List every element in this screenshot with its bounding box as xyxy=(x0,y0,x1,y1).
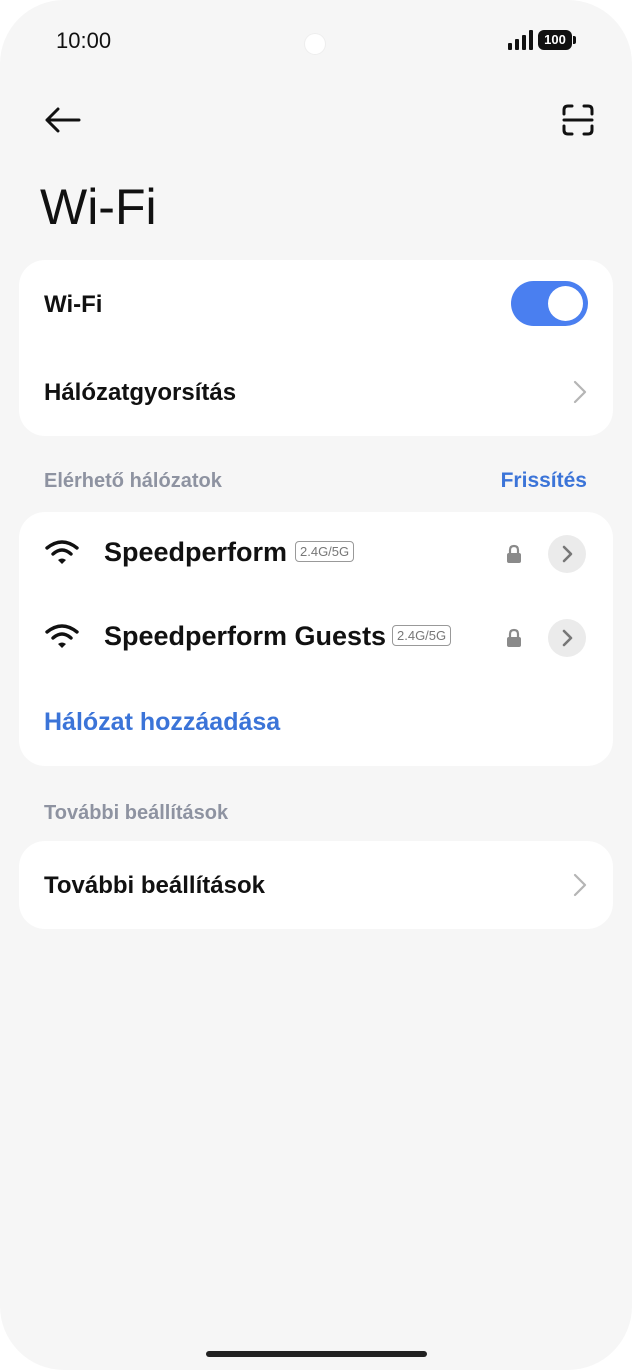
chevron-right-icon xyxy=(573,380,587,404)
page-title: Wi-Fi xyxy=(40,179,157,235)
network-acceleration-label: Hálózatgyorsítás xyxy=(44,379,237,406)
chevron-right-icon xyxy=(562,629,573,647)
available-networks-heading: Elérhető hálózatok xyxy=(44,470,222,492)
phone-screen: 10:00 100 Wi-Fi Wi-Fi Hálózatgyorsítás E… xyxy=(0,0,632,1370)
wifi-toggle-label: Wi-Fi xyxy=(44,291,103,318)
wifi-signal-icon xyxy=(45,624,79,648)
network-band-badge: 2.4G/5G xyxy=(392,625,452,646)
network-name: Speedperform Guests xyxy=(104,621,387,651)
chevron-right-icon xyxy=(562,545,573,563)
more-settings-label: További beállítások xyxy=(44,872,265,899)
status-bar: 10:00 100 xyxy=(0,0,632,84)
network-name: Speedperform xyxy=(104,537,288,567)
battery-icon: 100 xyxy=(538,30,576,50)
wifi-settings-card: Wi-Fi Hálózatgyorsítás xyxy=(19,260,613,436)
available-networks-card: Speedperform 2.4G/5G Speedperform Guests… xyxy=(19,512,613,766)
refresh-button[interactable]: Frissítés xyxy=(501,469,587,493)
scan-button[interactable] xyxy=(554,96,602,144)
wifi-toggle-row[interactable]: Wi-Fi xyxy=(19,260,613,348)
network-item[interactable]: Speedperform Guests 2.4G/5G xyxy=(19,596,613,680)
signal-icon xyxy=(508,30,534,50)
chevron-right-icon xyxy=(573,873,587,897)
lock-icon xyxy=(507,628,521,647)
wifi-toggle-switch[interactable] xyxy=(511,281,588,326)
scan-qr-icon xyxy=(562,104,594,136)
more-settings-card: További beállítások xyxy=(19,841,613,929)
network-acceleration-row[interactable]: Hálózatgyorsítás xyxy=(19,348,613,436)
arrow-left-icon xyxy=(45,107,81,133)
wifi-signal-icon xyxy=(45,540,79,564)
front-camera xyxy=(305,34,325,54)
network-item[interactable]: Speedperform 2.4G/5G xyxy=(19,512,613,596)
lock-icon xyxy=(507,544,521,563)
toggle-knob xyxy=(548,286,583,321)
more-settings-heading: További beállítások xyxy=(44,802,229,824)
more-settings-row[interactable]: További beállítások xyxy=(19,841,613,929)
network-details-button[interactable] xyxy=(548,619,586,657)
status-time: 10:00 xyxy=(56,28,112,53)
home-indicator[interactable] xyxy=(206,1351,427,1357)
add-network-button[interactable]: Hálózat hozzáadása xyxy=(44,708,280,737)
network-details-button[interactable] xyxy=(548,535,586,573)
back-button[interactable] xyxy=(38,96,86,144)
network-band-badge: 2.4G/5G xyxy=(295,541,355,562)
